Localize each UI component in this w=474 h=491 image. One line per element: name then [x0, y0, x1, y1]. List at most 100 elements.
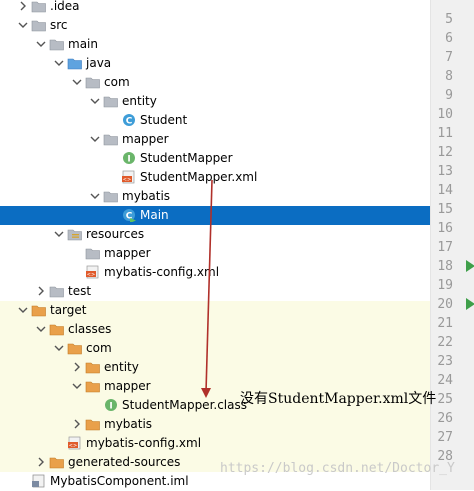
excluded-folder-icon: [49, 455, 65, 469]
chevron-down-icon[interactable]: [53, 57, 65, 69]
xml-file-icon: <>: [67, 436, 83, 450]
line-number: 9: [445, 88, 453, 103]
chevron-right-icon[interactable]: [35, 456, 47, 468]
line-number: 8: [445, 69, 453, 84]
folder-icon: [103, 189, 119, 203]
tree-row[interactable]: entity: [0, 92, 430, 111]
tree-item-label: mybatis: [122, 189, 171, 203]
tree-item-label: java: [86, 56, 112, 70]
tree-row[interactable]: entity: [0, 358, 430, 377]
tree-row[interactable]: I StudentMapper: [0, 149, 430, 168]
chevron-down-icon[interactable]: [89, 133, 101, 145]
excluded-folder-icon: [85, 360, 101, 374]
annotation-note: 没有StudentMapper.xml文件: [240, 391, 437, 407]
chevron-right-icon[interactable]: [35, 285, 47, 297]
tree-item-label: entity: [122, 94, 157, 108]
tree-row[interactable]: resources: [0, 225, 430, 244]
folder-icon: [85, 246, 101, 260]
source-folder-icon: [67, 56, 83, 70]
project-tree: .idea src main java com entity C Student mapper I…: [0, 0, 430, 490]
svg-text:C: C: [126, 117, 133, 127]
svg-text:<>: <>: [87, 272, 95, 278]
excluded-folder-icon: [49, 322, 65, 336]
tree-item-label: Student: [140, 113, 188, 127]
tree-item-label: StudentMapper: [140, 151, 233, 165]
tree-item-label: test: [68, 284, 92, 298]
chevron-right-icon[interactable]: [71, 418, 83, 430]
tree-item-label: mybatis-config.xml: [104, 265, 220, 279]
line-number: 19: [437, 278, 453, 293]
tree-row[interactable]: com: [0, 73, 430, 92]
tree-item-label: mybatis-config.xml: [86, 436, 202, 450]
tree-item-label: Main: [140, 208, 169, 222]
tree-item-label: mapper: [104, 379, 151, 393]
tree-item-label: StudentMapper.xml: [140, 170, 258, 184]
chevron-down-icon[interactable]: [35, 323, 47, 335]
line-number: 15: [437, 202, 453, 217]
line-number: 23: [437, 354, 453, 369]
tree-row[interactable]: main: [0, 35, 430, 54]
tree-row[interactable]: <> StudentMapper.xml: [0, 168, 430, 187]
folder-icon: [49, 284, 65, 298]
line-number: 26: [437, 411, 453, 426]
line-number: 11: [437, 126, 453, 141]
chevron-right-icon[interactable]: [71, 361, 83, 373]
excluded-folder-icon: [67, 341, 83, 355]
tree-item-label: mybatis: [104, 417, 153, 431]
watermark: https://blog.csdn.net/Doctor_Y: [220, 461, 455, 476]
tree-row[interactable]: src: [0, 16, 430, 35]
chevron-down-icon[interactable]: [17, 19, 29, 31]
line-number: 27: [437, 430, 453, 445]
tree-item-label: com: [86, 341, 112, 355]
tree-row[interactable]: test: [0, 282, 430, 301]
line-number: 21: [437, 316, 453, 331]
module-file-icon: [31, 474, 47, 488]
line-number: 20: [437, 297, 453, 312]
tree-item-label: entity: [104, 360, 139, 374]
tree-row[interactable]: mapper: [0, 244, 430, 263]
tree-row[interactable]: java: [0, 54, 430, 73]
tree-item-label: MybatisComponent.iml: [50, 474, 189, 488]
tree-row[interactable]: com: [0, 339, 430, 358]
tree-item-label: generated-sources: [68, 455, 181, 469]
tree-row[interactable]: mybatis: [0, 187, 430, 206]
tree-row[interactable]: C Main: [0, 206, 430, 225]
tree-row[interactable]: <> mybatis-config.xml: [0, 263, 430, 282]
line-number: 7: [445, 50, 453, 65]
chevron-down-icon[interactable]: [71, 76, 83, 88]
tree-row[interactable]: target: [0, 301, 430, 320]
line-number: 6: [445, 31, 453, 46]
excluded-folder-icon: [85, 417, 101, 431]
chevron-down-icon[interactable]: [35, 38, 47, 50]
chevron-down-icon[interactable]: [71, 380, 83, 392]
tree-row[interactable]: .idea: [0, 0, 430, 16]
run-gutter-icon[interactable]: [466, 260, 474, 272]
tree-row[interactable]: classes: [0, 320, 430, 339]
svg-text:<>: <>: [69, 443, 77, 449]
chevron-down-icon[interactable]: [89, 95, 101, 107]
line-number: 17: [437, 240, 453, 255]
chevron-right-icon[interactable]: [17, 0, 29, 12]
xml-file-icon: <>: [85, 265, 101, 279]
chevron-down-icon[interactable]: [53, 342, 65, 354]
chevron-down-icon[interactable]: [17, 304, 29, 316]
line-number: 22: [437, 335, 453, 350]
tree-item-label: target: [50, 303, 87, 317]
chevron-down-icon[interactable]: [53, 228, 65, 240]
tree-row[interactable]: <> mybatis-config.xml: [0, 434, 430, 453]
tree-row[interactable]: mapper: [0, 130, 430, 149]
line-number: 13: [437, 164, 453, 179]
excluded-folder-icon: [85, 379, 101, 393]
line-number: 12: [437, 145, 453, 160]
tree-item-label: classes: [68, 322, 112, 336]
xml-file-icon: <>: [121, 170, 137, 184]
tree-row[interactable]: C Student: [0, 111, 430, 130]
line-number: 18: [437, 259, 453, 274]
line-number: 14: [437, 183, 453, 198]
folder-icon: [49, 37, 65, 51]
run-gutter-icon[interactable]: [466, 298, 474, 310]
chevron-down-icon[interactable]: [89, 190, 101, 202]
tree-item-label: StudentMapper.class: [122, 398, 247, 412]
tree-row[interactable]: mybatis: [0, 415, 430, 434]
folder-icon: [85, 75, 101, 89]
